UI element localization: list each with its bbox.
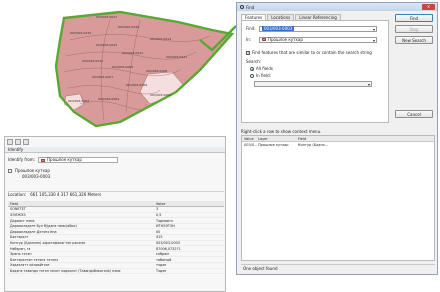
parcel-label: 003/003-0008 (146, 69, 167, 73)
identify-from-value: Прошлое кутхар (47, 157, 82, 162)
find-dialog: Find ✕ Features Locations Linear Referen… (236, 2, 438, 275)
in-label: In: (246, 37, 252, 42)
in-field-select[interactable]: ▾ (254, 80, 372, 88)
identify-from-label: Identify from: (8, 157, 36, 162)
result-layer: Прошлое кутхар (258, 143, 289, 147)
parcel-label: 003/003-0016 (118, 25, 139, 29)
toc-icon[interactable] (7, 139, 13, 145)
find-row: Find: 003/003-0003 ▾ (246, 25, 377, 32)
result-row[interactable]: 003/0... Прошлое кутхар Контур (Бдэнэ... (242, 142, 434, 148)
table-row[interactable]: Бэдэнэ тавэндэ тэтэн энэлт хэдээлэт (Тав… (8, 268, 224, 275)
parcel-label: 003/003-0014 (150, 37, 171, 41)
search-label: Search: (246, 59, 262, 64)
close-button[interactable]: ✕ (422, 4, 435, 10)
layer-icon (41, 158, 46, 162)
parcel-label: 003/003-0009 (112, 65, 133, 69)
find-titlebar[interactable]: Find ✕ (237, 3, 437, 11)
result-field: Контур (Бдэнэ... (298, 143, 329, 147)
status-bar: One object found (241, 264, 435, 272)
find-input[interactable]: 003/003-0003 ▾ (259, 25, 377, 33)
in-field-radio-row[interactable]: In field: (250, 72, 271, 79)
parcel-label: 003/003-0015 (70, 31, 91, 35)
identify-title: Identify (5, 147, 225, 153)
cancel-button[interactable]: Cancel (395, 110, 433, 118)
parcel-label: 003/003-0006 (126, 83, 147, 87)
in-select-value: Прошлое кутхар (268, 37, 303, 42)
identify-window: Identify Identify from: Прошлое кутхар П… (4, 136, 226, 292)
in-row: In: Прошлое кутхар ▾ (246, 36, 377, 43)
layer-icon (262, 38, 266, 41)
parcel-label: 003/003-0003 (68, 99, 89, 103)
parcel-label: 003/003-0007 (92, 75, 113, 79)
all-fields-label: All fields (256, 66, 273, 71)
stop-button[interactable]: Stop (395, 25, 433, 33)
find-input-value: 003/003-0003 (262, 26, 295, 31)
parcel-label: 003/003-0012 (122, 51, 143, 55)
features-panel: Find: 003/003-0003 ▾ In: Прошлое кутхар … (241, 20, 389, 123)
chevron-down-icon[interactable]: ▾ (368, 82, 370, 88)
in-select[interactable]: Прошлое кутхар ▾ (259, 36, 377, 44)
result-value: 003/0... (244, 143, 258, 147)
binoculars-icon (240, 5, 244, 9)
new-search-button[interactable]: New Search (395, 36, 433, 44)
in-field-radio[interactable] (250, 73, 254, 78)
search-icon[interactable] (23, 139, 29, 145)
parcel-label: 003/003-0005 (150, 93, 171, 97)
tree-feature-node[interactable]: 003/003-0003 (8, 174, 224, 180)
parcel-label: 003/003-0010 (82, 59, 103, 63)
field-value: Тэдэн (154, 268, 224, 275)
location-label: Location: (8, 192, 27, 197)
parcel-label: 003/003-0017 (96, 15, 117, 19)
layer-column-header[interactable]: Layer (256, 136, 296, 141)
chevron-down-icon[interactable]: ▾ (373, 27, 375, 33)
in-field-label: In field: (256, 73, 271, 78)
location-row: Location: 661 105,330 4 317 661,326 Mete… (8, 191, 224, 197)
location-value: 661 105,330 4 317 661,326 Meters (30, 192, 102, 197)
parcel-label: 003/003-0004 (98, 97, 119, 101)
collapse-icon[interactable] (8, 169, 12, 173)
in-field-select-row: ▾ (254, 80, 372, 87)
attribute-table: Field Value SONETET 3 ЭЭЛЖЭЭ 0,5 Дарааст н… (8, 201, 224, 275)
field-column-header[interactable]: Field (296, 136, 356, 141)
field-name: Бэдэнэ тавэндэ тэтэн энэлт хэдээлэт (Тав… (8, 268, 154, 275)
parcel-label: 003/003-0011 (166, 55, 187, 59)
results-list: Value Layer Field 003/0... Прошлое кутха… (241, 135, 435, 261)
context-menu-hint: Right-click a row to show context menu. (241, 129, 322, 134)
similar-checkbox-label: Find features that are similar to or con… (252, 50, 372, 55)
identify-from-row: Identify from: Прошлое кутхар (8, 157, 119, 163)
all-fields-radio[interactable] (250, 66, 254, 71)
similar-checkbox-row[interactable]: Find features that are similar to or con… (246, 49, 372, 56)
chevron-down-icon[interactable]: ▾ (373, 38, 375, 44)
identify-results-tree: Прошлое кутхар 003/003-0003 (8, 168, 224, 180)
find-title: Find (246, 4, 255, 10)
similar-checkbox[interactable] (246, 50, 250, 55)
panel-toolbar (7, 139, 67, 146)
tree-feature-label: 003/003-0003 (22, 174, 51, 179)
find-button[interactable]: Find (395, 14, 433, 22)
parcel-label: 003/003-0013 (96, 43, 117, 47)
all-fields-radio-row[interactable]: All fields (250, 65, 273, 72)
find-label: Find: (246, 26, 256, 31)
value-column-header[interactable]: Value (242, 136, 256, 141)
identify-from-select[interactable]: Прошлое кутхар (38, 157, 119, 163)
catalog-icon[interactable] (15, 139, 21, 145)
